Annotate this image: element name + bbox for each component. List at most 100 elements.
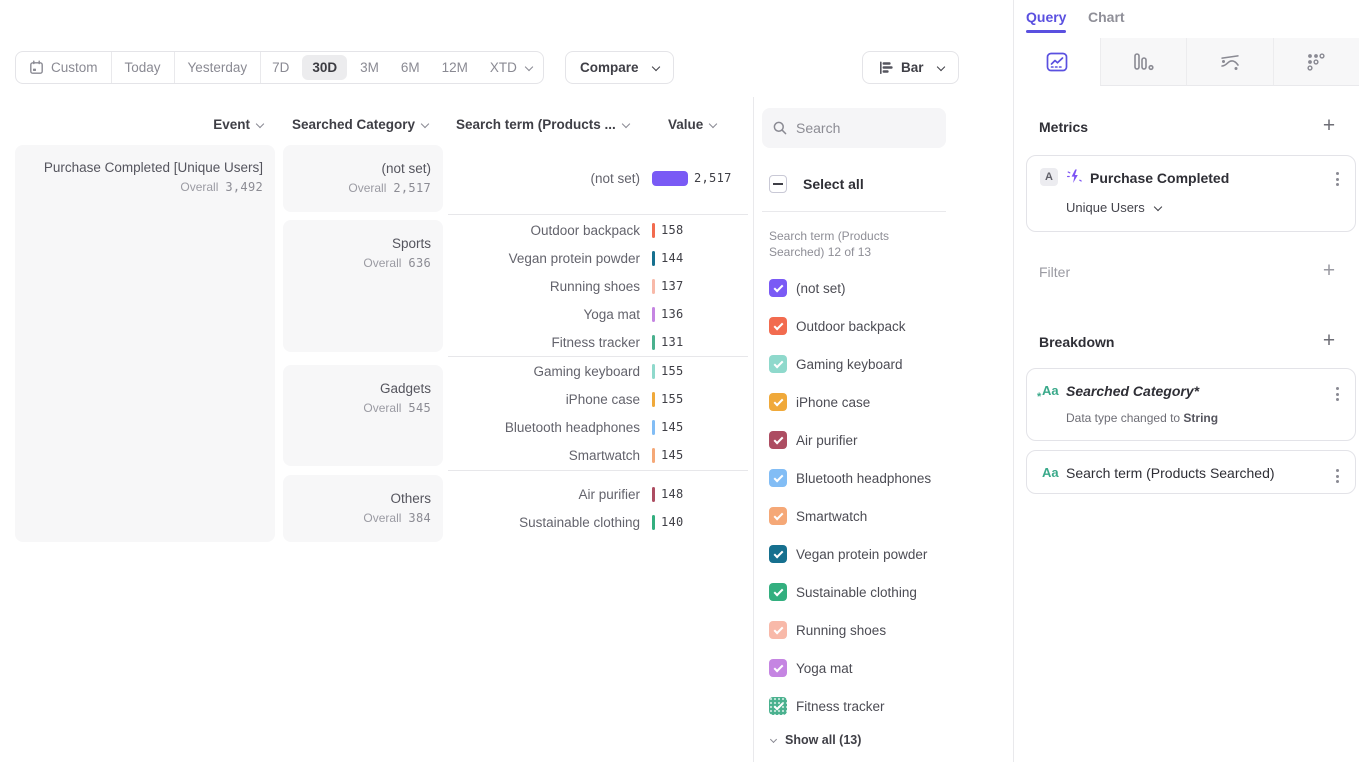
add-filter-button[interactable]: + xyxy=(1319,261,1339,281)
series-label: Sustainable clothing xyxy=(796,585,917,600)
series-checkbox[interactable] xyxy=(769,697,787,715)
date-range-30d[interactable]: 30D xyxy=(302,55,347,80)
term-value: 145 xyxy=(661,420,684,434)
series-item[interactable]: Sustainable clothing xyxy=(769,573,917,611)
select-all-row[interactable]: Select all xyxy=(769,175,864,193)
funnels-chart-icon xyxy=(1132,52,1154,72)
chevron-down-icon xyxy=(709,120,717,128)
term-label: Running shoes xyxy=(400,279,640,294)
breakdown-menu-button[interactable] xyxy=(1334,467,1341,485)
series-checkbox[interactable] xyxy=(769,279,787,297)
series-item[interactable]: Smartwatch xyxy=(769,497,867,535)
date-range-6m[interactable]: 6M xyxy=(390,52,431,83)
term-row[interactable]: Smartwatch145 xyxy=(400,441,684,469)
series-label: Bluetooth headphones xyxy=(796,471,931,486)
query-panel: Query Chart xyxy=(1013,0,1359,762)
term-value: 137 xyxy=(661,279,684,293)
compare-button[interactable]: Compare xyxy=(565,51,674,84)
insights-report-tab[interactable] xyxy=(1014,38,1100,86)
breakdown-card-search-term[interactable]: Aa Search term (Products Searched) xyxy=(1026,450,1356,494)
event-spark-icon xyxy=(1066,168,1083,185)
tab-query[interactable]: Query xyxy=(1026,9,1066,25)
series-checkbox[interactable] xyxy=(769,583,787,601)
date-range-custom[interactable]: Custom xyxy=(16,52,112,83)
select-all-checkbox[interactable] xyxy=(769,175,787,193)
metric-mode-dropdown[interactable]: Unique Users xyxy=(1066,200,1161,215)
add-breakdown-button[interactable]: + xyxy=(1319,331,1339,351)
term-row[interactable]: Gaming keyboard155 xyxy=(400,357,684,385)
chevron-down-icon xyxy=(770,735,777,742)
tab-chart[interactable]: Chart xyxy=(1088,9,1125,25)
series-checkbox[interactable] xyxy=(769,431,787,449)
column-header-value[interactable]: Value xyxy=(668,117,716,132)
series-checkbox[interactable] xyxy=(769,507,787,525)
date-range-today[interactable]: Today xyxy=(112,52,175,83)
date-range-7d[interactable]: 7D xyxy=(261,52,300,83)
term-row[interactable]: Running shoes 137 xyxy=(400,272,684,300)
term-row[interactable]: Bluetooth headphones145 xyxy=(400,413,684,441)
series-item[interactable]: Bluetooth headphones xyxy=(769,459,931,497)
filter-title: Filter xyxy=(1039,264,1070,280)
date-range-xtd[interactable]: XTD xyxy=(479,52,543,83)
value-bar xyxy=(652,223,655,238)
report-type-tabs xyxy=(1014,38,1359,86)
event-cell[interactable]: Purchase Completed [Unique Users] Overal… xyxy=(15,145,275,542)
series-checkbox[interactable] xyxy=(769,621,787,639)
overall-label: Overall xyxy=(363,401,401,415)
funnels-report-tab[interactable] xyxy=(1100,38,1187,86)
string-property-icon: Aa* xyxy=(1042,383,1059,398)
chevron-down-icon xyxy=(525,62,533,70)
metric-card[interactable]: A Purchase Completed Unique Users xyxy=(1026,155,1356,232)
value-bar xyxy=(652,364,655,379)
series-checkbox[interactable] xyxy=(769,355,787,373)
series-checkbox[interactable] xyxy=(769,469,787,487)
date-range-12m[interactable]: 12M xyxy=(431,52,479,83)
search-input[interactable] xyxy=(796,120,926,136)
series-item[interactable]: Yoga mat xyxy=(769,649,853,687)
series-item[interactable]: Air purifier xyxy=(769,421,858,459)
series-item[interactable]: Running shoes xyxy=(769,611,886,649)
add-metric-button[interactable]: + xyxy=(1319,116,1339,136)
series-checkbox[interactable] xyxy=(769,393,787,411)
series-search-box[interactable] xyxy=(762,108,946,148)
column-header-event[interactable]: Event xyxy=(15,117,263,132)
series-checkbox[interactable] xyxy=(769,659,787,677)
date-range-yesterday[interactable]: Yesterday xyxy=(175,52,262,83)
term-label: Smartwatch xyxy=(400,448,640,463)
series-checkbox[interactable] xyxy=(769,317,787,335)
term-label: Air purifier xyxy=(400,487,640,502)
term-row[interactable]: (not set)2,517 xyxy=(400,164,732,192)
series-item[interactable]: Gaming keyboard xyxy=(769,345,903,383)
term-row[interactable]: Fitness tracker131 xyxy=(400,328,684,356)
breakdown-menu-button[interactable] xyxy=(1334,385,1341,403)
column-header-search-term[interactable]: Search term (Products ... xyxy=(456,117,629,132)
date-range-control: CustomTodayYesterday7D30D3M6M12MXTD xyxy=(15,51,544,84)
breakdown-card-searched-category[interactable]: Aa* Searched Category* Data type changed… xyxy=(1026,368,1356,441)
term-row[interactable]: Yoga mat136 xyxy=(400,300,684,328)
column-header-searched-category[interactable]: Searched Category xyxy=(283,117,428,132)
term-row[interactable]: Air purifier148 xyxy=(400,480,684,508)
value-bar xyxy=(652,171,688,186)
metric-menu-button[interactable] xyxy=(1334,170,1341,188)
date-range-3m[interactable]: 3M xyxy=(349,52,390,83)
value-bar xyxy=(652,307,655,322)
term-label: Outdoor backpack xyxy=(400,223,640,238)
term-row[interactable]: Vegan protein powder144 xyxy=(400,244,684,272)
retention-report-tab[interactable] xyxy=(1273,38,1359,86)
flows-report-tab[interactable] xyxy=(1186,38,1273,86)
term-row[interactable]: iPhone case155 xyxy=(400,385,684,413)
series-item[interactable]: (not set) xyxy=(769,269,846,307)
insights-chart-icon xyxy=(1046,52,1068,72)
series-label: (not set) xyxy=(796,281,846,296)
term-row[interactable]: Sustainable clothing140 xyxy=(400,508,684,536)
series-checkbox[interactable] xyxy=(769,545,787,563)
series-item[interactable]: iPhone case xyxy=(769,383,870,421)
term-row[interactable]: Outdoor backpack158 xyxy=(400,216,684,244)
term-label: (not set) xyxy=(400,171,640,186)
series-item[interactable]: Fitness tracker xyxy=(769,687,885,725)
chevron-down-icon xyxy=(651,62,659,70)
series-item[interactable]: Outdoor backpack xyxy=(769,307,906,345)
show-all-button[interactable]: Show all (13) xyxy=(771,733,861,747)
value-bar xyxy=(652,420,655,435)
series-item[interactable]: Vegan protein powder xyxy=(769,535,927,573)
